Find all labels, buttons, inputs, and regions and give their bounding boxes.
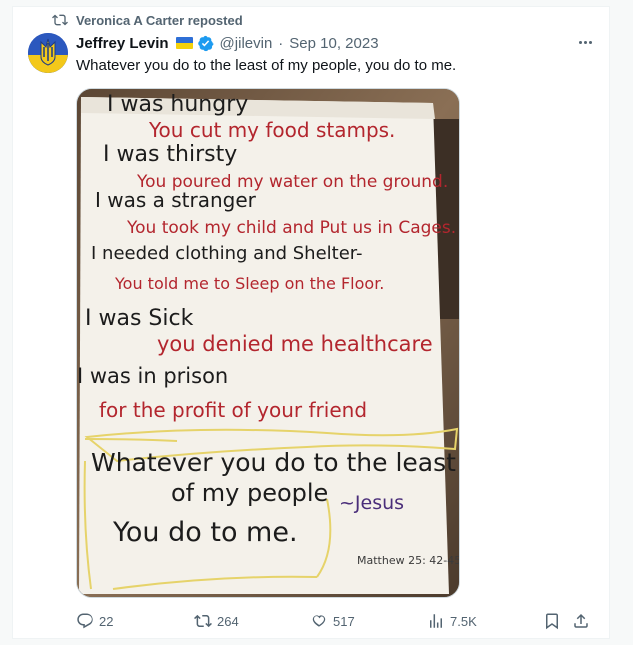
repost-count: 264: [217, 613, 239, 629]
repost-label: Veronica A Carter reposted: [76, 12, 243, 28]
verified-badge-icon[interactable]: [197, 35, 214, 52]
poster-line-2-black: I was thirsty: [103, 142, 237, 167]
heart-icon: [312, 615, 326, 627]
poster-quote-line-3: You do to me.: [112, 517, 298, 548]
poster-reference: Matthew 25: 42-45: [357, 554, 460, 567]
reply-count: 22: [99, 613, 114, 629]
poster-quote-line-2: of my people: [171, 479, 328, 507]
post-header: Jeffrey Levin @jilevin · Sep 10, 2023: [76, 33, 379, 53]
bookmark-button[interactable]: [543, 610, 561, 632]
poster-line-5-black: I was Sick: [85, 306, 194, 331]
meta-separator: ·: [278, 34, 284, 52]
repost-action-icon: [194, 614, 212, 628]
views-chart-icon: [430, 614, 442, 628]
like-button[interactable]: 517: [310, 610, 355, 632]
post-image[interactable]: I was hungry You cut my food stamps. I w…: [76, 88, 460, 598]
author-handle[interactable]: @jilevin: [220, 35, 273, 52]
poster-line-6-red: for the profit of your friend: [99, 398, 367, 422]
poster-line-5-red: you denied me healthcare: [157, 332, 433, 356]
reply-button[interactable]: 22: [76, 610, 113, 632]
poster-photo: I was hungry You cut my food stamps. I w…: [77, 89, 460, 597]
avatar[interactable]: [28, 33, 68, 73]
post-date[interactable]: Sep 10, 2023: [289, 35, 378, 52]
poster-line-3-red: You took my child and Put us in Cages.: [126, 218, 456, 238]
poster-line-6-black: I was in prison: [77, 364, 228, 388]
share-button[interactable]: [572, 610, 590, 632]
repost-button[interactable]: 264: [194, 610, 239, 632]
ukraine-flag-icon: [175, 37, 193, 49]
views-count: 7.5K: [450, 613, 477, 629]
poster-line-1-black: I was hungry: [107, 92, 248, 117]
poster-line-1-red: You cut my food stamps.: [148, 118, 395, 142]
author-name[interactable]: Jeffrey Levin: [76, 35, 169, 52]
repost-indicator[interactable]: Veronica A Carter reposted: [52, 12, 243, 28]
poster-quote-line-1: Whatever you do to the least: [91, 448, 456, 477]
reply-icon: [77, 613, 93, 629]
action-bar: 22 264 517 7.5K: [76, 610, 596, 632]
bookmark-icon: [546, 613, 558, 630]
poster-line-4-black: I needed clothing and Shelter-: [91, 243, 363, 264]
more-options-icon[interactable]: [575, 35, 595, 49]
share-icon: [574, 613, 588, 628]
poster-signature: ~Jesus: [339, 492, 404, 514]
views-button[interactable]: 7.5K: [427, 610, 477, 632]
avatar-trident-image: [28, 33, 68, 73]
like-count: 517: [333, 613, 355, 629]
repost-icon: [52, 14, 68, 26]
poster-line-3-black: I was a stranger: [95, 188, 257, 212]
poster-line-4-red: You told me to Sleep on the Floor.: [114, 274, 384, 293]
post-text: Whatever you do to the least of my peopl…: [76, 57, 457, 74]
